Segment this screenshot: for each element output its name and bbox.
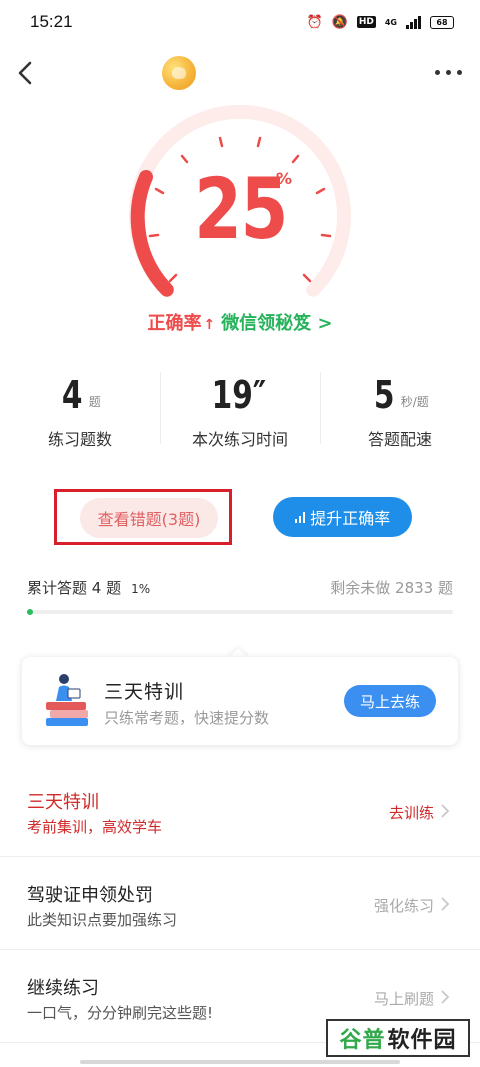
- list-item-three-day-training[interactable]: 三天特训 考前集训，高效学车 去训练: [0, 764, 480, 857]
- list-item-title: 继续练习: [27, 978, 99, 999]
- avatar[interactable]: [162, 56, 196, 90]
- promo-subtitle: 只练常考题，快速提分数: [104, 709, 270, 727]
- list-item-subtitle: 考前集训，高效学车: [27, 818, 163, 836]
- improve-accuracy-button[interactable]: 提升正确率: [273, 497, 412, 537]
- status-icons: ⏰ 🔕 HD 4G 68: [306, 15, 454, 29]
- status-bar: 15:21 ⏰ 🔕 HD 4G 68: [0, 0, 480, 44]
- accuracy-label: 正确率: [147, 313, 202, 334]
- watermark-part1: 谷普: [339, 1028, 386, 1053]
- accuracy-gauge: 25 %: [120, 105, 360, 315]
- view-wrong-questions-button[interactable]: 查看错题(3题): [80, 498, 218, 538]
- chart-bars-icon: [294, 511, 306, 523]
- promo-title: 三天特训: [104, 681, 185, 703]
- watermark-part2: 软件园: [387, 1028, 457, 1053]
- stat-label: 练习题数: [47, 430, 112, 449]
- progress-row: 累计答题 4 题 1% 剩余未做 2833 题: [27, 577, 453, 598]
- chevron-right-icon: [441, 804, 450, 818]
- promo-card[interactable]: 三天特训 只练常考题，快速提分数 马上去练: [22, 657, 458, 745]
- stat-value: 5: [374, 373, 395, 417]
- more-dot-icon: [445, 69, 451, 75]
- list-item-title: 三天特训: [27, 792, 99, 813]
- improve-accuracy-label: 提升正确率: [310, 509, 391, 528]
- stat-label: 答题配速: [367, 430, 432, 449]
- status-time: 15:21: [30, 12, 73, 31]
- back-arrow-icon: [18, 61, 32, 85]
- chevron-right-icon: [441, 897, 450, 911]
- home-indicator: [80, 1060, 400, 1064]
- list-item-action: 强化练习: [373, 897, 434, 915]
- stat-question-count: 4 题 练习题数: [0, 370, 160, 450]
- stat-value: 4: [62, 373, 83, 417]
- list-item-subtitle: 此类知识点要加强练习: [27, 911, 178, 929]
- list-item-subtitle: 一口气，分分钟刷完这些题!: [27, 1004, 214, 1022]
- list-item-license-penalty[interactable]: 驾驶证申领处罚 此类知识点要加强练习 强化练习: [0, 857, 480, 950]
- percent-unit: %: [276, 169, 293, 188]
- stat-practice-time: 19″ 本次练习时间: [160, 370, 320, 450]
- list-item-action: 马上刷题: [373, 990, 434, 1008]
- progress-left: 累计答题 4 题 1%: [27, 577, 150, 598]
- stats-row: 4 题 练习题数 19″ 本次练习时间 5 秒/题 答题配速: [0, 370, 480, 450]
- up-arrow-icon: ↑: [203, 317, 216, 333]
- gauge-value: 25: [120, 167, 360, 251]
- progress-bar: [27, 609, 453, 615]
- more-dot-icon: [456, 69, 462, 75]
- accuracy-percent: 25: [193, 160, 288, 258]
- more-dot-icon: [434, 69, 440, 75]
- alarm-icon: ⏰: [306, 14, 323, 30]
- accuracy-line: 正确率 ↑ 微信领秘笈 >: [0, 309, 480, 335]
- progress-percent: 1%: [131, 582, 151, 596]
- progress-dot: [27, 609, 33, 615]
- stat-label: 本次练习时间: [191, 430, 288, 449]
- stat-answer-pace: 5 秒/题 答题配速: [320, 370, 480, 450]
- stat-value: 19″: [211, 373, 266, 417]
- watermark: 谷普 软件园: [326, 1019, 470, 1057]
- recommend-list: 三天特训 考前集训，高效学车 去训练 驾驶证申领处罚 此类知识点要加强练习 强化…: [0, 764, 480, 1043]
- list-item-action: 去训练: [388, 804, 434, 822]
- hd-icon: HD: [356, 16, 376, 28]
- stat-unit: 题: [88, 395, 101, 409]
- start-practice-button[interactable]: 马上去练: [344, 685, 436, 717]
- reading-person-icon: [46, 674, 88, 726]
- signal-icon: [406, 15, 421, 29]
- mute-bell-icon: 🔕: [331, 14, 348, 30]
- wechat-tips-link[interactable]: 微信领秘笈 >: [221, 313, 332, 334]
- list-item-title: 驾驶证申领处罚: [27, 885, 153, 906]
- chevron-right-icon: [441, 990, 450, 1004]
- battery-icon: 68: [430, 15, 454, 29]
- more-options-button[interactable]: [430, 60, 466, 84]
- back-button[interactable]: [14, 58, 40, 88]
- answered-total: 累计答题 4 题: [27, 579, 122, 597]
- network-type: 4G: [384, 17, 397, 27]
- remaining-count: 剩余未做 2833 题: [330, 579, 453, 597]
- stat-unit: 秒/题: [400, 395, 429, 409]
